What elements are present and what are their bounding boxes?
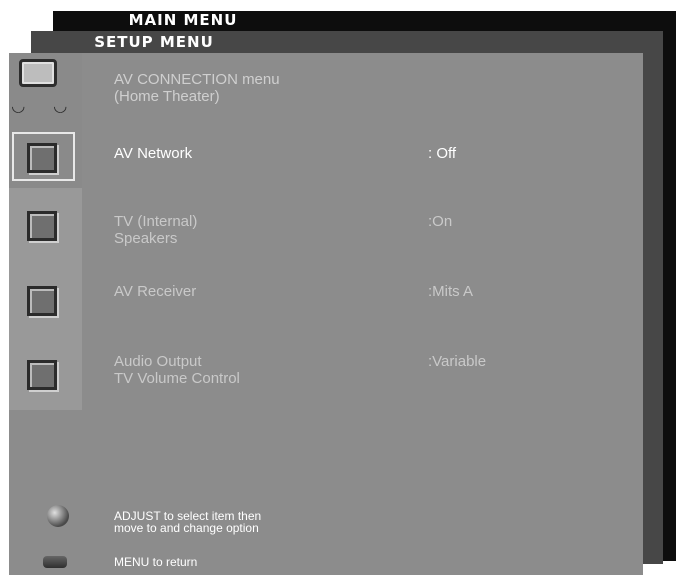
av-network-value[interactable]: : Off (428, 145, 456, 162)
menu-header: AV CONNECTION menu (Home Theater) (114, 71, 280, 105)
tv-speakers-label-line2: Speakers (114, 230, 178, 247)
av-receiver-label: AV Receiver (114, 283, 197, 300)
tv-speakers-label: TV (Internal) Speakers (114, 213, 197, 247)
adjust-hint: ADJUST to select item then move to and c… (114, 510, 261, 534)
audio-output-value[interactable]: :Variable (428, 353, 486, 370)
av-receiver-value[interactable]: :Mits A (428, 283, 473, 300)
square-icon (27, 360, 57, 390)
setup-menu-title: SETUP MENU (94, 33, 214, 51)
square-icon (27, 143, 57, 173)
tv-speakers-label-line1: TV (Internal) (114, 213, 198, 230)
av-network-label: AV Network (114, 145, 193, 162)
tv-speakers-value[interactable]: :On (428, 213, 452, 230)
menu-item-audio-output[interactable] (9, 338, 82, 410)
adjust-hint-line2: move to and change option (114, 521, 259, 535)
adjust-knob-icon (47, 505, 69, 527)
av-connection-menu-panel: ◟◞ ◟◞ AV CONNECTION menu (Home Theater) … (9, 53, 643, 575)
audio-output-label-line1: Audio Output (114, 353, 202, 370)
menu-header-line2: (Home Theater) (114, 88, 220, 105)
menu-button-icon (43, 556, 67, 568)
menu-header-line1: AV CONNECTION menu (114, 71, 280, 88)
audio-output-label: Audio Output TV Volume Control (114, 353, 240, 387)
square-icon (27, 286, 57, 316)
menu-item-av-network[interactable] (9, 130, 82, 188)
menu-return-hint: MENU to return (114, 555, 198, 569)
audio-output-label-line2: TV Volume Control (114, 370, 240, 387)
menu-item-tv-speakers[interactable] (9, 188, 82, 264)
main-menu-title: MAIN MENU (128, 11, 238, 29)
square-icon (27, 211, 57, 241)
menu-item-av-receiver[interactable] (9, 264, 82, 338)
